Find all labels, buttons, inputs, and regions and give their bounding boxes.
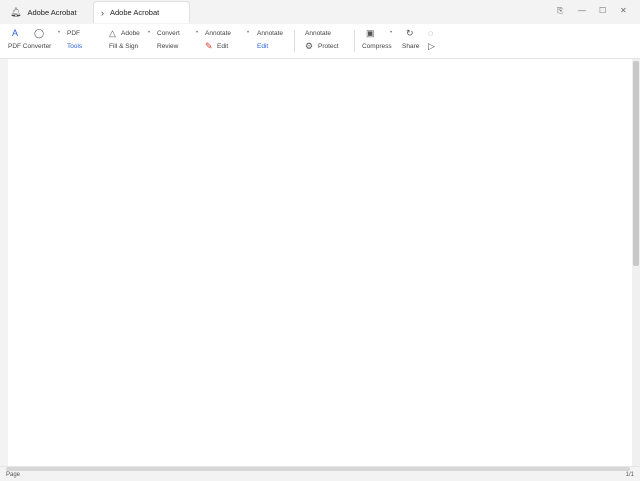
annotate-label-2[interactable]: Annotate: [257, 30, 283, 37]
compress-label[interactable]: Compress: [362, 43, 392, 50]
pdf-label[interactable]: PDF: [67, 30, 80, 37]
tools-label[interactable]: Tools: [67, 43, 82, 50]
fill-sign-label[interactable]: Fill & Sign: [109, 43, 138, 50]
pen-icon[interactable]: ✎: [205, 41, 213, 52]
horizontal-scrollbar[interactable]: [6, 467, 630, 471]
page-count: 1/1: [625, 472, 634, 478]
share-label[interactable]: Share: [402, 43, 419, 50]
annotate-label-3[interactable]: Annotate: [305, 30, 331, 37]
divider: [294, 30, 295, 52]
tab-home[interactable]: 🔔︎ Adobe Acrobat: [4, 1, 90, 23]
chevron-right-icon: ›: [101, 7, 104, 18]
circle-icon[interactable]: ◯: [34, 28, 44, 39]
dot-icon: •: [390, 30, 393, 36]
image-icon[interactable]: ▣: [366, 28, 375, 39]
edit-label-2[interactable]: Edit: [257, 43, 268, 50]
dot-icon: •: [247, 30, 250, 36]
dot-icon: •: [196, 30, 199, 36]
page-label: Page: [6, 472, 21, 478]
annotate-label[interactable]: Annotate: [205, 30, 231, 37]
dot-icon: •: [148, 30, 151, 36]
dot-icon: •: [58, 30, 61, 36]
maximize-icon[interactable]: ☐: [599, 6, 606, 15]
print-icon[interactable]: ▷: [428, 41, 435, 52]
tab-document[interactable]: › Adobe Acrobat: [93, 1, 190, 23]
pdf-tool-icon[interactable]: A: [12, 28, 18, 38]
tab-label: Adobe Acrobat: [27, 7, 77, 17]
close-icon[interactable]: ✕: [620, 6, 627, 15]
minimize-icon[interactable]: —: [578, 6, 586, 15]
review-label[interactable]: Review: [157, 43, 178, 50]
pdf-converter-label[interactable]: PDF Converter: [8, 43, 51, 50]
restore-icon[interactable]: ⎘: [557, 6, 563, 16]
refresh-icon[interactable]: ↻: [406, 28, 414, 39]
bell-icon: 🔔︎: [10, 6, 22, 17]
ribbon-toolbar: A ◯ PDF Converter • PDF Tools △ Adobe Fi…: [0, 24, 640, 59]
divider: [354, 30, 355, 52]
chat-icon[interactable]: ◌: [428, 28, 433, 38]
gear-icon[interactable]: ⚙: [305, 41, 313, 52]
document-page[interactable]: [8, 59, 632, 467]
protect-label[interactable]: Protect: [318, 43, 339, 50]
vertical-scroll-thumb[interactable]: [633, 61, 639, 266]
title-bar: 🔔︎ Adobe Acrobat › Adobe Acrobat ⎘ — ☐ ✕: [0, 0, 640, 24]
adobe-label[interactable]: Adobe: [121, 30, 140, 37]
triangle-icon[interactable]: △: [109, 28, 116, 39]
edit-label[interactable]: Edit: [217, 43, 228, 50]
tab-label: Adobe Acrobat: [110, 8, 160, 17]
convert-label[interactable]: Convert: [157, 30, 180, 37]
